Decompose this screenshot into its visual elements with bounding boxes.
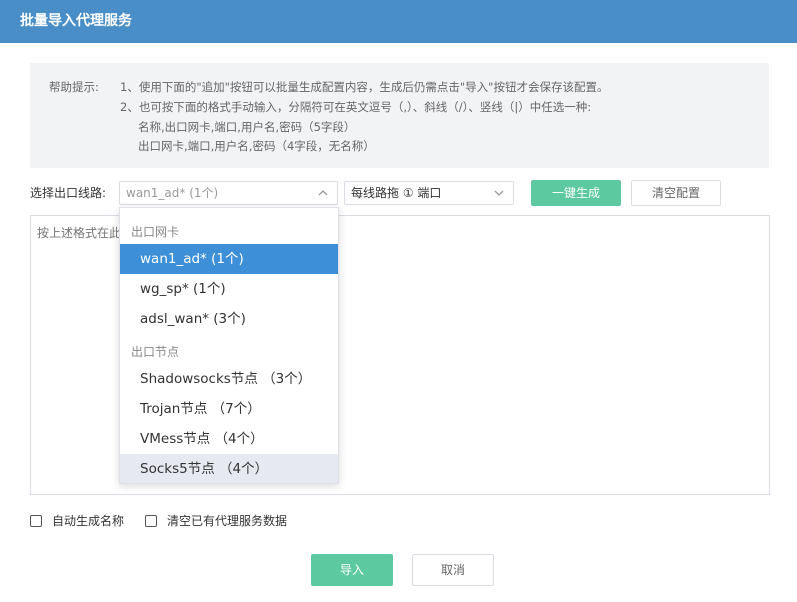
clear-existing-label: 清空已有代理服务数据 (167, 514, 288, 528)
clear-config-button[interactable]: 清空配置 (631, 180, 721, 206)
auto-name-checkbox[interactable]: 自动生成名称 (30, 512, 124, 529)
auto-name-label: 自动生成名称 (52, 514, 125, 528)
route-label: 选择出口线路: (30, 186, 107, 200)
clear-existing-checkbox[interactable]: 清空已有代理服务数据 (145, 512, 287, 529)
help-line-2: 2、也可按下面的格式手动输入，分隔符可在英文逗号（,）、斜线（/）、竖线（|）中… (120, 100, 592, 114)
dropdown-item[interactable]: Trojan节点 （7个） (120, 394, 338, 424)
route-select[interactable]: wan1_ad* (1个) (119, 181, 338, 205)
dropdown-item[interactable]: VMess节点 （4个） (120, 424, 338, 454)
dropdown-group-label: 出口节点 (131, 345, 180, 359)
route-dropdown: 出口网卡 wan1_ad* (1个) wg_sp* (1个) adsl_wan*… (119, 207, 339, 484)
dialog-title: 批量导入代理服务 (0, 0, 797, 43)
dropdown-item[interactable]: Socks5节点 （4个） (120, 454, 338, 483)
chevron-up-icon (318, 190, 328, 196)
dropdown-item[interactable]: Shadowsocks节点 （3个） (120, 364, 338, 394)
help-line-1: 1、使用下面的"追加"按钮可以批量生成配置内容，生成后仍需点击"导入"按钮才会保… (120, 80, 609, 94)
dropdown-group-label: 出口网卡 (131, 225, 180, 239)
dropdown-item[interactable]: adsl_wan* (3个) (120, 304, 338, 334)
help-label: 帮助提示: (49, 80, 99, 94)
generate-button[interactable]: 一键生成 (531, 180, 621, 206)
checkbox-box[interactable] (30, 514, 42, 527)
cancel-button[interactable]: 取消 (412, 554, 494, 586)
route-select-value: wan1_ad* (1个) (126, 186, 219, 200)
dropdown-item[interactable]: wan1_ad* (1个) (120, 244, 338, 274)
import-button[interactable]: 导入 (311, 554, 393, 586)
dropdown-item[interactable]: wg_sp* (1个) (120, 274, 338, 304)
strategy-select-value: 每线路拖 ① 端口 (351, 186, 442, 200)
checkbox-box[interactable] (145, 514, 157, 527)
chevron-down-icon (494, 190, 504, 196)
help-format-4-fields: 出口网卡,端口,用户名,密码（4字段，无名称） (138, 139, 375, 153)
help-panel: 帮助提示: 1、使用下面的"追加"按钮可以批量生成配置内容，生成后仍需点击"导入… (30, 63, 769, 168)
help-format-5-fields: 名称,出口网卡,端口,用户名,密码（5字段） (138, 120, 356, 134)
strategy-select[interactable]: 每线路拖 ① 端口 (344, 181, 514, 205)
